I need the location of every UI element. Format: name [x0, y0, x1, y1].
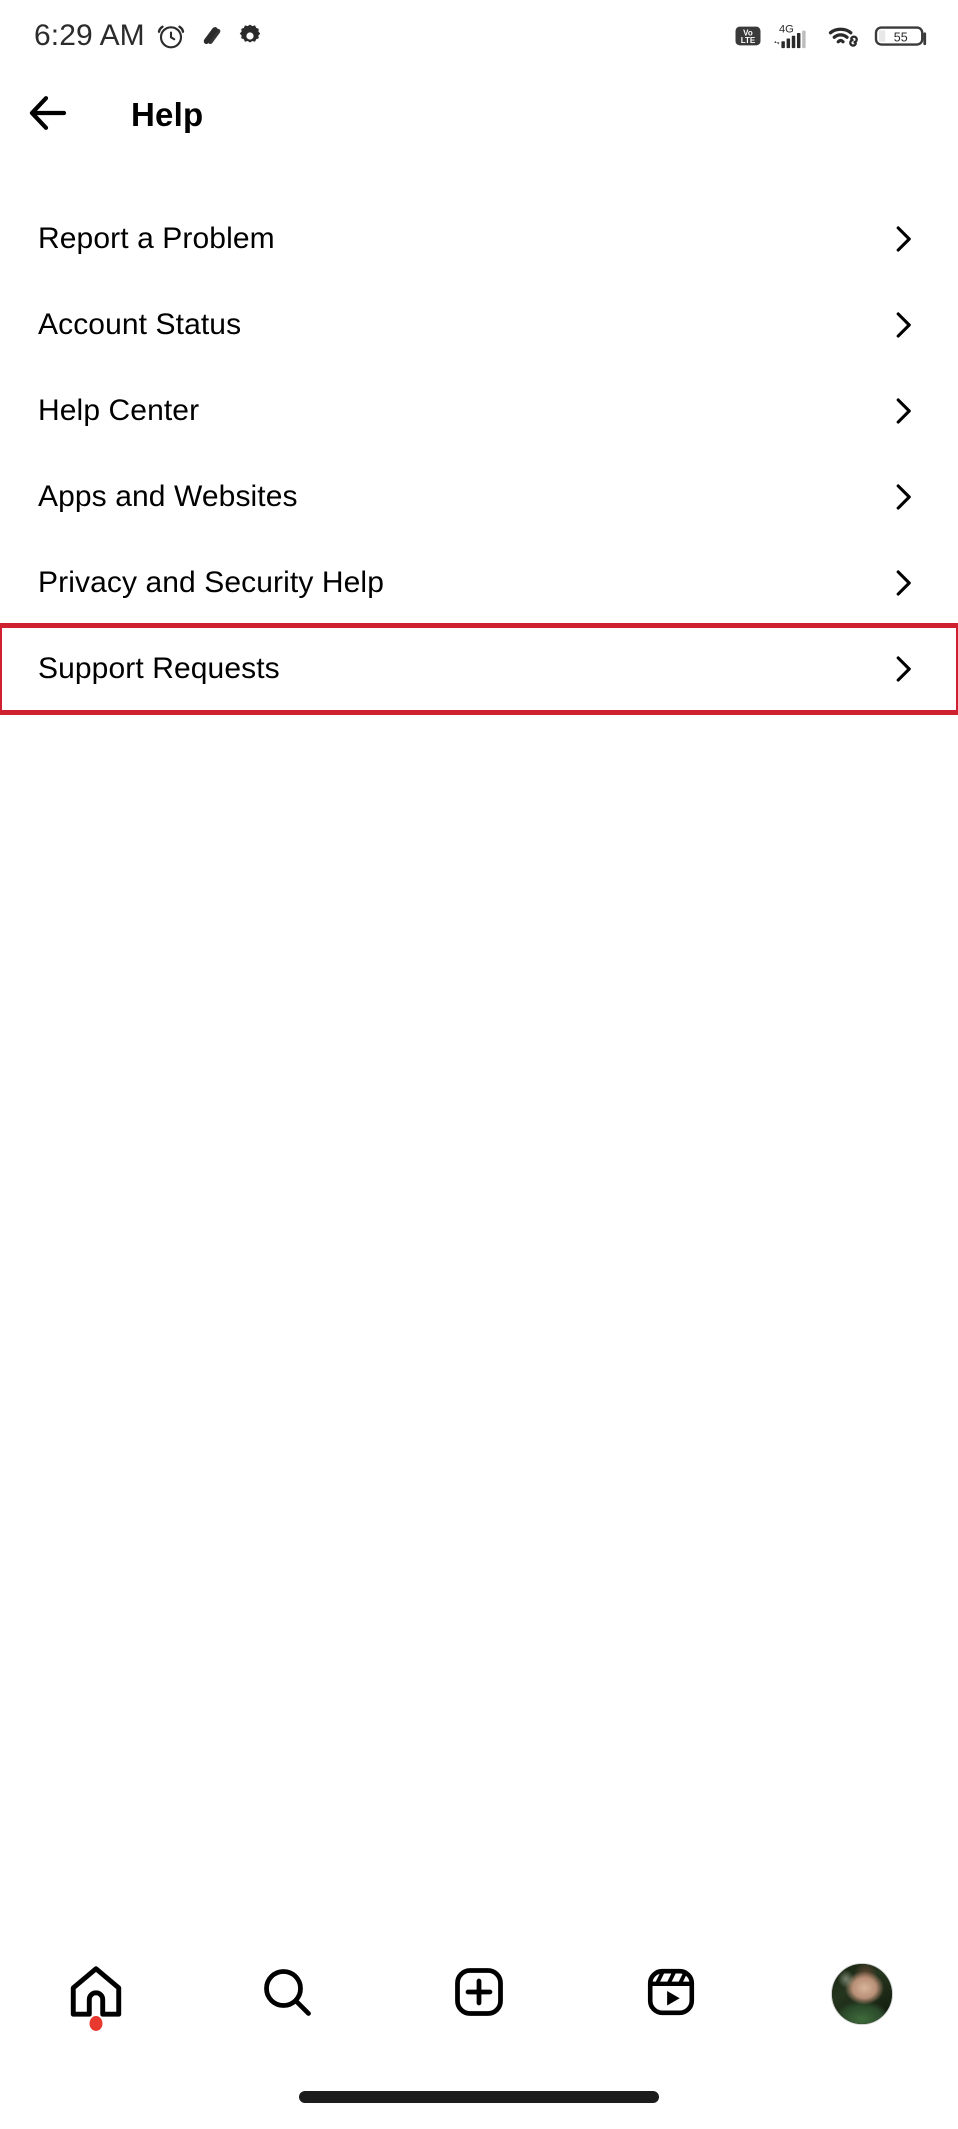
status-bar-left: 6:29 AM [34, 21, 264, 51]
home-notification-badge [89, 2016, 103, 2031]
list-item-apps-and-websites[interactable]: Apps and Websites [0, 454, 958, 540]
status-time: 6:29 AM [34, 19, 145, 52]
list-item-help-center[interactable]: Help Center [0, 368, 958, 454]
chevron-right-icon [876, 298, 930, 352]
nav-item-home[interactable] [0, 1935, 192, 2053]
page-title: Help [131, 96, 204, 133]
arrow-left-icon [24, 89, 72, 142]
chevron-right-icon [876, 642, 930, 696]
wifi-icon [827, 21, 863, 51]
phone-screen: 6:29 AM Vo LTE 4G 55 Help Report a Probl… [0, 0, 958, 2129]
list-item-label: Apps and Websites [38, 480, 298, 513]
avatar-highlight [838, 1970, 855, 1988]
help-menu-list: Report a Problem Account Status Help Cen… [0, 196, 958, 715]
list-item-support-requests[interactable]: Support Requests [0, 623, 958, 715]
avatar [831, 1963, 894, 2025]
volte-icon: Vo LTE [733, 21, 763, 51]
nav-item-create[interactable] [383, 1935, 575, 2053]
mute-icon [197, 22, 225, 50]
bottom-navigation-bar [0, 1935, 958, 2053]
reels-icon [642, 1963, 700, 2026]
chevron-right-icon [876, 212, 930, 266]
back-button[interactable] [5, 72, 91, 158]
chevron-right-icon [876, 556, 930, 610]
nav-item-search[interactable] [192, 1935, 384, 2053]
list-item-report-a-problem[interactable]: Report a Problem [0, 196, 958, 282]
list-item-label: Help Center [38, 394, 200, 427]
svg-text:4G: 4G [779, 24, 794, 36]
search-icon [257, 1962, 317, 2027]
plus-square-icon [449, 1962, 509, 2027]
list-item-privacy-and-security-help[interactable]: Privacy and Security Help [0, 540, 958, 626]
chevron-right-icon [876, 384, 930, 438]
nav-item-profile[interactable] [766, 1935, 958, 2053]
alarm-icon [156, 21, 186, 51]
list-item-label: Privacy and Security Help [38, 566, 384, 599]
list-item-label: Report a Problem [38, 222, 275, 255]
chevron-right-icon [876, 470, 930, 524]
signal-icon: 4G [774, 21, 816, 51]
battery-level: 55 [894, 31, 908, 45]
gesture-home-indicator[interactable] [299, 2091, 659, 2103]
status-bar-right: Vo LTE 4G 55 [733, 21, 930, 51]
list-item-account-status[interactable]: Account Status [0, 282, 958, 368]
page-header: Help [0, 72, 958, 158]
status-bar: 6:29 AM Vo LTE 4G 55 [0, 0, 958, 72]
list-item-label: Support Requests [38, 652, 280, 685]
battery-icon: 55 [874, 21, 930, 51]
svg-text:LTE: LTE [741, 36, 756, 45]
gear-icon [236, 22, 264, 50]
list-item-label: Account Status [38, 308, 242, 341]
nav-item-reels[interactable] [575, 1935, 767, 2053]
